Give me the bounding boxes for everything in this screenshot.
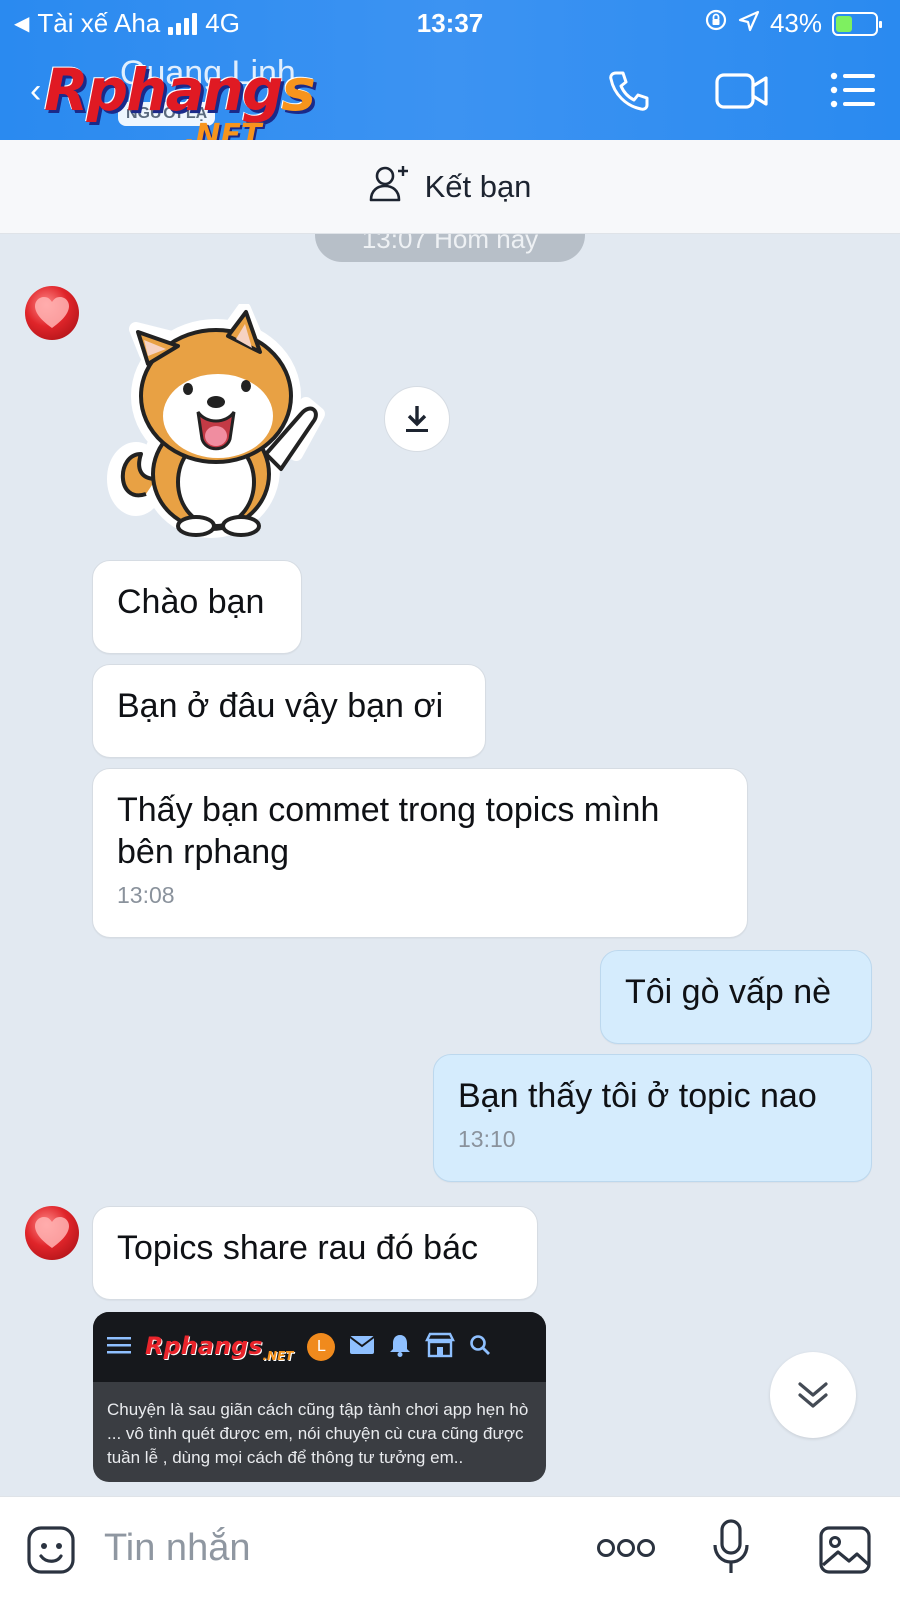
chat-header: ◀ Tài xế Aha 4G 13:37 43% ‹ Quang Linh N… <box>0 0 900 153</box>
sticker-icon[interactable] <box>26 1525 76 1580</box>
store-icon <box>425 1332 456 1363</box>
video-camera-icon[interactable] <box>714 70 770 117</box>
double-chevron-down-icon <box>798 1382 828 1408</box>
thumb-search-icon <box>469 1334 491 1361</box>
message-bubble-received[interactable]: Topics share rau đó bác <box>92 1206 538 1300</box>
battery-percent: 43% <box>769 8 822 38</box>
message-bubble-sent[interactable]: Bạn thấy tôi ở topic nao 13:10 <box>433 1054 872 1182</box>
contact-avatar[interactable] <box>25 1206 79 1260</box>
rotation-lock-icon <box>704 8 728 39</box>
add-user-icon <box>369 164 411 210</box>
status-right: 43% <box>704 8 882 39</box>
message-text: Tôi gò vấp nè <box>625 973 832 1011</box>
thumb-toolbar: Rphangs.NET L <box>93 1312 546 1382</box>
message-text: Thấy bạn commet trong topics mình bên rp… <box>117 791 660 871</box>
battery-icon <box>832 11 882 36</box>
message-bubble-received[interactable]: Bạn ở đâu vậy bạn ơi <box>92 664 486 758</box>
download-button[interactable] <box>384 386 450 452</box>
date-separator: 13:07 Hôm nay <box>315 234 585 262</box>
image-icon[interactable] <box>818 1525 872 1580</box>
bell-icon <box>389 1333 411 1362</box>
message-bubble-received[interactable]: Chào bạn <box>92 560 302 654</box>
thumb-logo: Rphangs.NET <box>145 1331 294 1363</box>
mail-icon <box>349 1335 376 1360</box>
message-composer: Tin nhắn <box>0 1496 900 1600</box>
add-friend-label: Kết bạn <box>424 168 532 204</box>
contact-avatar[interactable] <box>25 286 79 340</box>
add-friend-button[interactable]: Kết bạn <box>0 140 900 234</box>
message-text: Bạn thấy tôi ở topic nao <box>458 1077 817 1115</box>
download-icon <box>406 406 428 432</box>
message-bubble-sent[interactable]: Tôi gò vấp nè <box>600 950 872 1044</box>
shiba-dog-sticker[interactable] <box>106 302 336 544</box>
message-text: Bạn ở đâu vậy bạn ơi <box>117 687 444 725</box>
message-bubble-received[interactable]: Thấy bạn commet trong topics mình bên rp… <box>92 768 748 938</box>
message-text: Topics share rau đó bác <box>117 1229 478 1267</box>
scroll-to-bottom-button[interactable] <box>770 1352 856 1438</box>
list-menu-icon[interactable] <box>830 72 876 113</box>
microphone-icon[interactable] <box>712 1519 750 1582</box>
shared-image-message[interactable]: Rphangs.NET L Chuyện là sau giãn cách cũ… <box>93 1312 546 1482</box>
back-arrow-icon[interactable]: ‹ <box>30 72 41 111</box>
message-timestamp: 13:08 <box>117 882 175 908</box>
thumb-avatar: L <box>307 1333 336 1361</box>
message-text: Chào bạn <box>117 583 265 621</box>
status-bar: ◀ Tài xế Aha 4G 13:37 43% <box>0 6 900 42</box>
message-timestamp: 13:10 <box>458 1126 516 1152</box>
phone-icon[interactable] <box>606 68 652 119</box>
message-list[interactable]: 13:07 Hôm nay Chào bạn Bạn ở đâu vậy bạn… <box>0 234 900 1496</box>
message-input[interactable]: Tin nhắn <box>104 1527 250 1570</box>
thumb-post-text: Chuyện là sau giãn cách cũng tập tành ch… <box>107 1400 529 1467</box>
more-options-icon[interactable] <box>596 1537 656 1564</box>
hamburger-icon <box>107 1335 131 1360</box>
location-icon <box>738 8 760 39</box>
